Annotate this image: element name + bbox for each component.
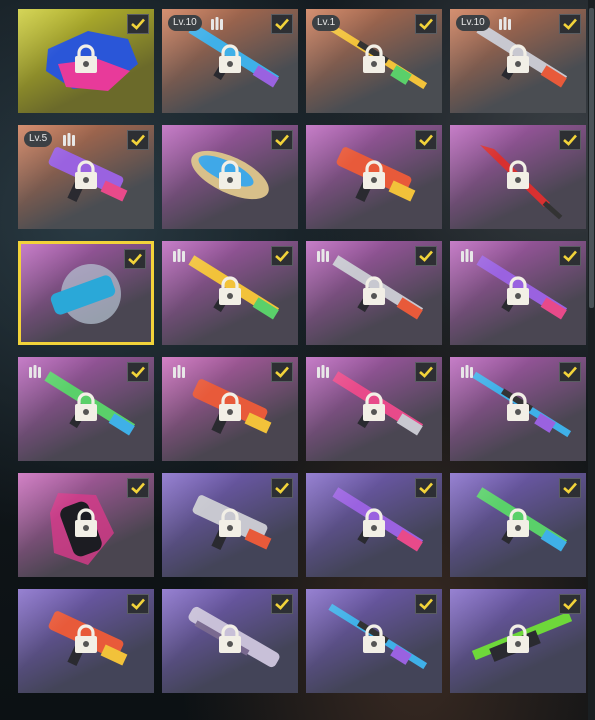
inventory-grid: Lv.10 Lv.1 Lv.10 Lv.5 — [18, 9, 586, 699]
ammo-icon — [316, 364, 330, 378]
ammo-icon — [316, 248, 330, 262]
checkbox-check-icon[interactable] — [559, 478, 581, 498]
lock-icon — [504, 276, 532, 306]
lock-icon — [504, 392, 532, 422]
scrollbar-thumb[interactable] — [589, 8, 594, 308]
inventory-card[interactable] — [162, 589, 298, 693]
lock-icon — [72, 392, 100, 422]
checkbox-check-icon[interactable] — [127, 14, 149, 34]
checkbox-check-icon[interactable] — [559, 14, 581, 34]
checkbox-check-icon[interactable] — [559, 594, 581, 614]
lock-icon — [72, 160, 100, 190]
inventory-card[interactable] — [162, 357, 298, 461]
inventory-card[interactable]: Lv.5 — [18, 125, 154, 229]
inventory-card[interactable] — [18, 357, 154, 461]
lock-icon — [216, 276, 244, 306]
inventory-card[interactable]: Lv.10 — [450, 9, 586, 113]
checkbox-check-icon[interactable] — [415, 594, 437, 614]
ammo-icon — [498, 16, 512, 30]
checkbox-check-icon[interactable] — [271, 246, 293, 266]
inventory-card[interactable] — [162, 125, 298, 229]
lock-icon — [72, 44, 100, 74]
inventory-card[interactable] — [306, 125, 442, 229]
lock-icon — [72, 508, 100, 538]
ammo-icon — [460, 364, 474, 378]
ammo-icon — [210, 16, 224, 30]
inventory-card[interactable] — [18, 589, 154, 693]
lock-icon — [216, 624, 244, 654]
inventory-card[interactable] — [306, 589, 442, 693]
checkbox-check-icon[interactable] — [127, 478, 149, 498]
inventory-card[interactable] — [450, 589, 586, 693]
checkbox-check-icon[interactable] — [127, 362, 149, 382]
lock-icon — [360, 160, 388, 190]
lock-icon — [504, 508, 532, 538]
lock-icon — [360, 44, 388, 74]
scrollbar-track[interactable] — [588, 0, 595, 720]
checkbox-check-icon[interactable] — [559, 246, 581, 266]
ammo-icon — [172, 364, 186, 378]
inventory-card[interactable] — [450, 473, 586, 577]
checkbox-check-icon[interactable] — [559, 362, 581, 382]
checkbox-check-icon[interactable] — [559, 130, 581, 150]
checkbox-check-icon[interactable] — [271, 594, 293, 614]
lock-icon — [360, 508, 388, 538]
lock-icon — [360, 276, 388, 306]
checkbox-check-icon[interactable] — [415, 246, 437, 266]
checkbox-check-icon[interactable] — [415, 478, 437, 498]
inventory-card[interactable] — [450, 241, 586, 345]
checkbox-check-icon[interactable] — [415, 362, 437, 382]
level-badge: Lv.10 — [168, 15, 202, 31]
level-badge: Lv.10 — [456, 15, 490, 31]
lock-icon — [360, 392, 388, 422]
ammo-icon — [172, 248, 186, 262]
inventory-card[interactable] — [18, 241, 154, 345]
checkbox-check-icon[interactable] — [271, 478, 293, 498]
lock-icon — [504, 624, 532, 654]
lock-icon — [72, 624, 100, 654]
checkbox-check-icon[interactable] — [271, 14, 293, 34]
inventory-card[interactable] — [450, 125, 586, 229]
checkbox-check-icon[interactable] — [127, 594, 149, 614]
lock-icon — [216, 44, 244, 74]
inventory-card[interactable] — [306, 473, 442, 577]
lock-icon — [360, 624, 388, 654]
inventory-card[interactable]: Lv.1 — [306, 9, 442, 113]
inventory-card[interactable]: Lv.10 — [162, 9, 298, 113]
ammo-icon — [460, 248, 474, 262]
ammo-icon — [62, 132, 76, 146]
inventory-card[interactable] — [18, 473, 154, 577]
level-badge: Lv.5 — [24, 131, 53, 147]
inventory-card[interactable] — [162, 473, 298, 577]
lock-icon — [504, 160, 532, 190]
lock-icon — [75, 279, 103, 309]
ammo-icon — [28, 364, 42, 378]
inventory-card[interactable] — [162, 241, 298, 345]
lock-icon — [504, 44, 532, 74]
level-badge: Lv.1 — [312, 15, 341, 31]
checkbox-check-icon[interactable] — [415, 130, 437, 150]
lock-icon — [216, 160, 244, 190]
inventory-card[interactable] — [18, 9, 154, 113]
checkbox-check-icon[interactable] — [271, 362, 293, 382]
inventory-card[interactable] — [306, 241, 442, 345]
lock-icon — [216, 508, 244, 538]
checkbox-check-icon[interactable] — [124, 249, 146, 269]
inventory-card[interactable] — [306, 357, 442, 461]
inventory-card[interactable] — [450, 357, 586, 461]
lock-icon — [216, 392, 244, 422]
checkbox-check-icon[interactable] — [271, 130, 293, 150]
checkbox-check-icon[interactable] — [415, 14, 437, 34]
checkbox-check-icon[interactable] — [127, 130, 149, 150]
